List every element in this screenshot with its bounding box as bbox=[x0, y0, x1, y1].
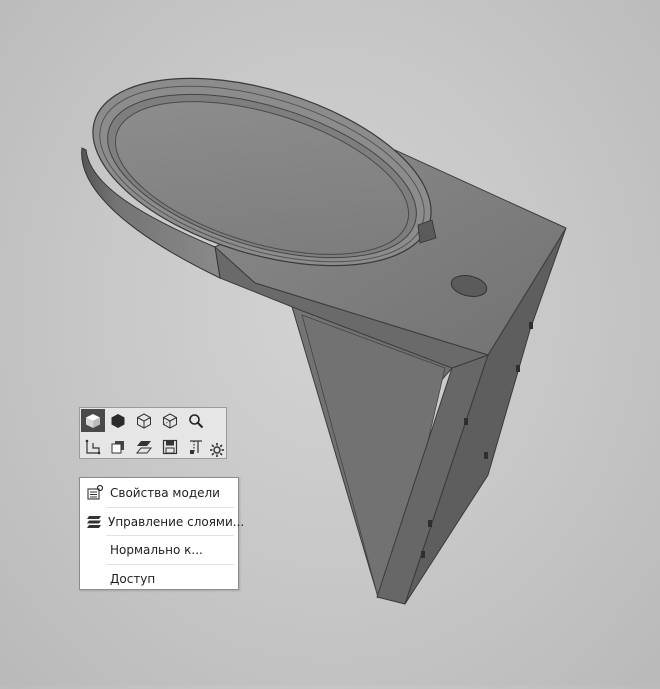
menu-item-normal-to[interactable]: Нормально к... bbox=[81, 536, 237, 564]
menu-item-label: Свойства модели bbox=[110, 486, 220, 500]
context-menu: Свойства модели Управление слоями... Нор… bbox=[79, 477, 244, 593]
mini-toolbar bbox=[79, 407, 227, 459]
view-orientation-cube-icon[interactable] bbox=[81, 409, 105, 432]
menu-item-model-properties[interactable]: Свойства модели bbox=[81, 479, 237, 507]
layers-icon bbox=[85, 513, 103, 531]
menu-item-label: Доступ bbox=[110, 572, 156, 586]
menu-item-label: Управление слоями... bbox=[108, 515, 245, 529]
save-icon[interactable] bbox=[158, 435, 182, 458]
hidden-lines-display-icon[interactable] bbox=[158, 409, 182, 432]
menu-item-label: Нормально к... bbox=[110, 543, 203, 557]
dimensions-icon[interactable] bbox=[184, 435, 208, 458]
gear-icon[interactable] bbox=[208, 441, 226, 459]
wireframe-display-icon[interactable] bbox=[132, 409, 156, 432]
menu-item-layers[interactable]: Управление слоями... bbox=[81, 508, 244, 536]
model-properties-icon bbox=[85, 484, 105, 502]
zoom-icon[interactable] bbox=[184, 409, 208, 432]
sketch-icon[interactable] bbox=[81, 435, 105, 458]
menu-item-access[interactable]: Доступ bbox=[81, 565, 237, 593]
section-view-icon[interactable] bbox=[106, 435, 130, 458]
shaded-display-icon[interactable] bbox=[106, 409, 130, 432]
plane-icon[interactable] bbox=[132, 435, 156, 458]
